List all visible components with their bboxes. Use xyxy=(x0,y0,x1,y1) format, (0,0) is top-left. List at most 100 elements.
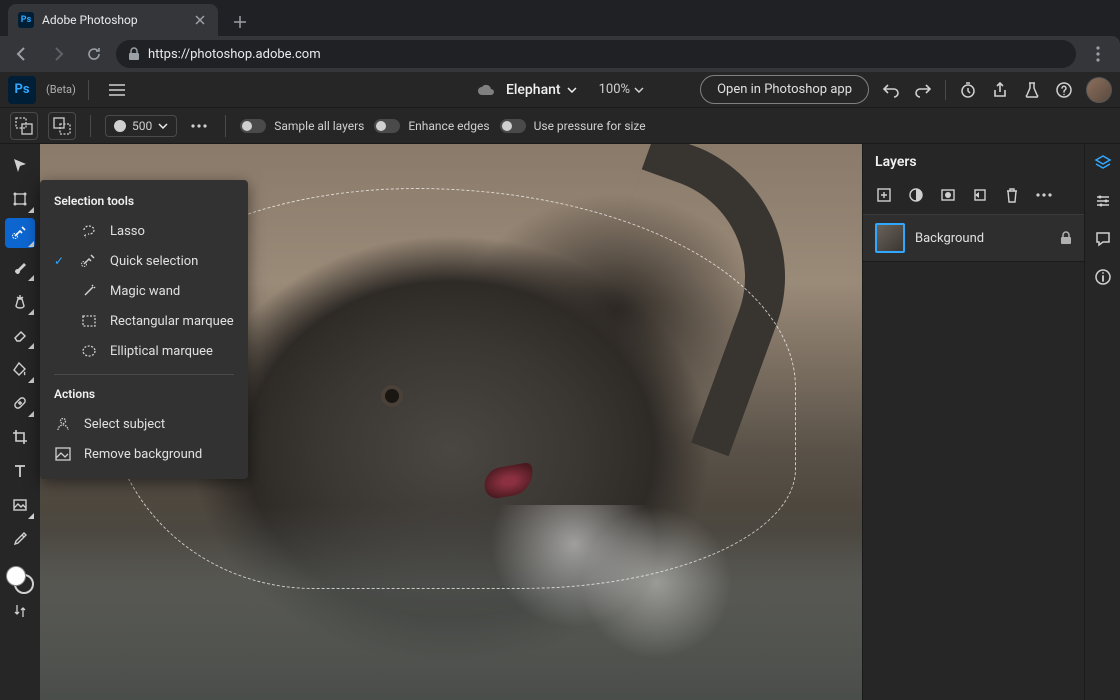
layer-thumbnail xyxy=(875,223,905,253)
lock-icon[interactable] xyxy=(1060,231,1072,245)
toggle-switch[interactable] xyxy=(374,119,400,133)
flyout-heading-actions: Actions xyxy=(40,383,248,409)
color-swatches[interactable] xyxy=(6,566,34,594)
divider xyxy=(945,80,946,100)
text-tool[interactable] xyxy=(5,456,35,486)
close-tab-icon[interactable] xyxy=(192,12,208,28)
add-layer-icon[interactable] xyxy=(875,186,893,204)
sample-all-toggle[interactable]: Sample all layers xyxy=(240,119,364,133)
flyout-action-remove-bg[interactable]: Remove background xyxy=(40,439,248,469)
tab-title: Adobe Photoshop xyxy=(42,13,138,27)
clip-icon[interactable] xyxy=(971,186,989,204)
browser-chrome: Ps Adobe Photoshop https://photoshop.ado… xyxy=(0,0,1120,72)
rect-marquee-icon xyxy=(80,312,98,330)
share-icon[interactable] xyxy=(990,80,1010,100)
chevron-down-icon xyxy=(567,87,577,93)
flyout-item-magic-wand[interactable]: Magic wand xyxy=(40,276,248,306)
nav-bar: https://photoshop.adobe.com xyxy=(0,36,1120,72)
quick-selection-tool[interactable] xyxy=(5,218,35,248)
flyout-heading-tools: Selection tools xyxy=(40,190,248,216)
comments-rail-icon[interactable] xyxy=(1092,228,1114,250)
url-bar[interactable]: https://photoshop.adobe.com xyxy=(116,40,1076,68)
help-icon[interactable] xyxy=(1054,80,1074,100)
magic-wand-icon xyxy=(80,282,98,300)
hamburger-menu-icon[interactable] xyxy=(105,78,129,102)
divider xyxy=(88,80,89,100)
enhance-edges-toggle[interactable]: Enhance edges xyxy=(374,119,489,133)
swap-colors-icon[interactable] xyxy=(14,604,26,618)
layer-name: Background xyxy=(915,231,1050,246)
pressure-toggle[interactable]: Use pressure for size xyxy=(500,119,646,133)
left-toolbar xyxy=(0,144,40,700)
back-icon[interactable] xyxy=(8,40,36,68)
crop-tool[interactable] xyxy=(5,422,35,452)
info-rail-icon[interactable] xyxy=(1092,266,1114,288)
layer-actions xyxy=(863,180,1084,214)
browser-menu-icon[interactable] xyxy=(1084,46,1112,62)
flyout-item-quick-selection[interactable]: ✓ Quick selection xyxy=(40,246,248,276)
open-in-app-button[interactable]: Open in Photoshop app xyxy=(700,75,869,104)
properties-rail-icon[interactable] xyxy=(1092,190,1114,212)
beaker-icon[interactable] xyxy=(1022,80,1042,100)
right-rail xyxy=(1084,144,1120,700)
options-bar: 500 Sample all layers Enhance edges Use … xyxy=(0,108,1120,144)
chevron-down-icon xyxy=(158,123,168,129)
layers-rail-icon[interactable] xyxy=(1092,152,1114,174)
add-selection-icon[interactable] xyxy=(10,112,38,140)
eyedropper-tool[interactable] xyxy=(5,524,35,554)
delete-layer-icon[interactable] xyxy=(1003,186,1021,204)
toggle-switch[interactable] xyxy=(240,119,266,133)
timer-icon[interactable] xyxy=(958,80,978,100)
cloud-icon xyxy=(476,83,496,97)
flyout-item-rect-marquee[interactable]: Rectangular marquee xyxy=(40,306,248,336)
layer-more-icon[interactable] xyxy=(1035,186,1053,204)
chevron-down-icon xyxy=(634,87,644,93)
document-name-dropdown[interactable]: Elephant xyxy=(506,82,577,98)
flyout-item-ellipse-marquee[interactable]: Elliptical marquee xyxy=(40,336,248,366)
brush-more-icon[interactable] xyxy=(187,124,211,128)
eraser-tool[interactable] xyxy=(5,320,35,350)
selection-tools-flyout: Selection tools Lasso ✓ Quick selection … xyxy=(40,180,248,479)
browser-tab[interactable]: Ps Adobe Photoshop xyxy=(8,4,218,36)
flyout-item-lasso[interactable]: Lasso xyxy=(40,216,248,246)
panel-title: Layers xyxy=(875,154,917,170)
divider xyxy=(225,115,226,137)
app-header: Ps (Beta) Elephant 100% Open in Photosho… xyxy=(0,72,1120,108)
move-tool[interactable] xyxy=(5,150,35,180)
ellipse-marquee-icon xyxy=(80,342,98,360)
mask-icon[interactable] xyxy=(939,186,957,204)
remove-bg-icon xyxy=(54,445,72,463)
fg-color-swatch[interactable] xyxy=(6,566,26,586)
lock-icon xyxy=(128,47,140,61)
divider xyxy=(54,374,234,375)
forward-icon[interactable] xyxy=(44,40,72,68)
photoshop-favicon: Ps xyxy=(18,12,34,28)
brush-preview-icon xyxy=(114,120,126,132)
heal-tool[interactable] xyxy=(5,388,35,418)
brush-size-dropdown[interactable]: 500 xyxy=(105,115,177,137)
place-image-tool[interactable] xyxy=(5,490,35,520)
header-right: Open in Photoshop app xyxy=(700,75,1112,104)
undo-icon[interactable] xyxy=(881,80,901,100)
toggle-switch[interactable] xyxy=(500,119,526,133)
zoom-dropdown[interactable]: 100% xyxy=(599,82,644,97)
subtract-selection-icon[interactable] xyxy=(48,112,76,140)
photoshop-logo-icon[interactable]: Ps xyxy=(8,76,36,104)
quick-selection-icon xyxy=(80,252,98,270)
clone-stamp-tool[interactable] xyxy=(5,286,35,316)
new-tab-icon[interactable] xyxy=(226,8,254,36)
flyout-action-select-subject[interactable]: Select subject xyxy=(40,409,248,439)
lasso-icon xyxy=(80,222,98,240)
select-subject-icon xyxy=(54,415,72,433)
adjustment-layer-icon[interactable] xyxy=(907,186,925,204)
brush-tool[interactable] xyxy=(5,252,35,282)
fill-tool[interactable] xyxy=(5,354,35,384)
user-avatar[interactable] xyxy=(1086,77,1112,103)
divider xyxy=(90,115,91,137)
layer-row[interactable]: Background xyxy=(863,214,1084,262)
check-icon: ✓ xyxy=(54,254,68,268)
layers-panel: Layers Background xyxy=(862,144,1084,700)
redo-icon[interactable] xyxy=(913,80,933,100)
reload-icon[interactable] xyxy=(80,40,108,68)
transform-tool[interactable] xyxy=(5,184,35,214)
